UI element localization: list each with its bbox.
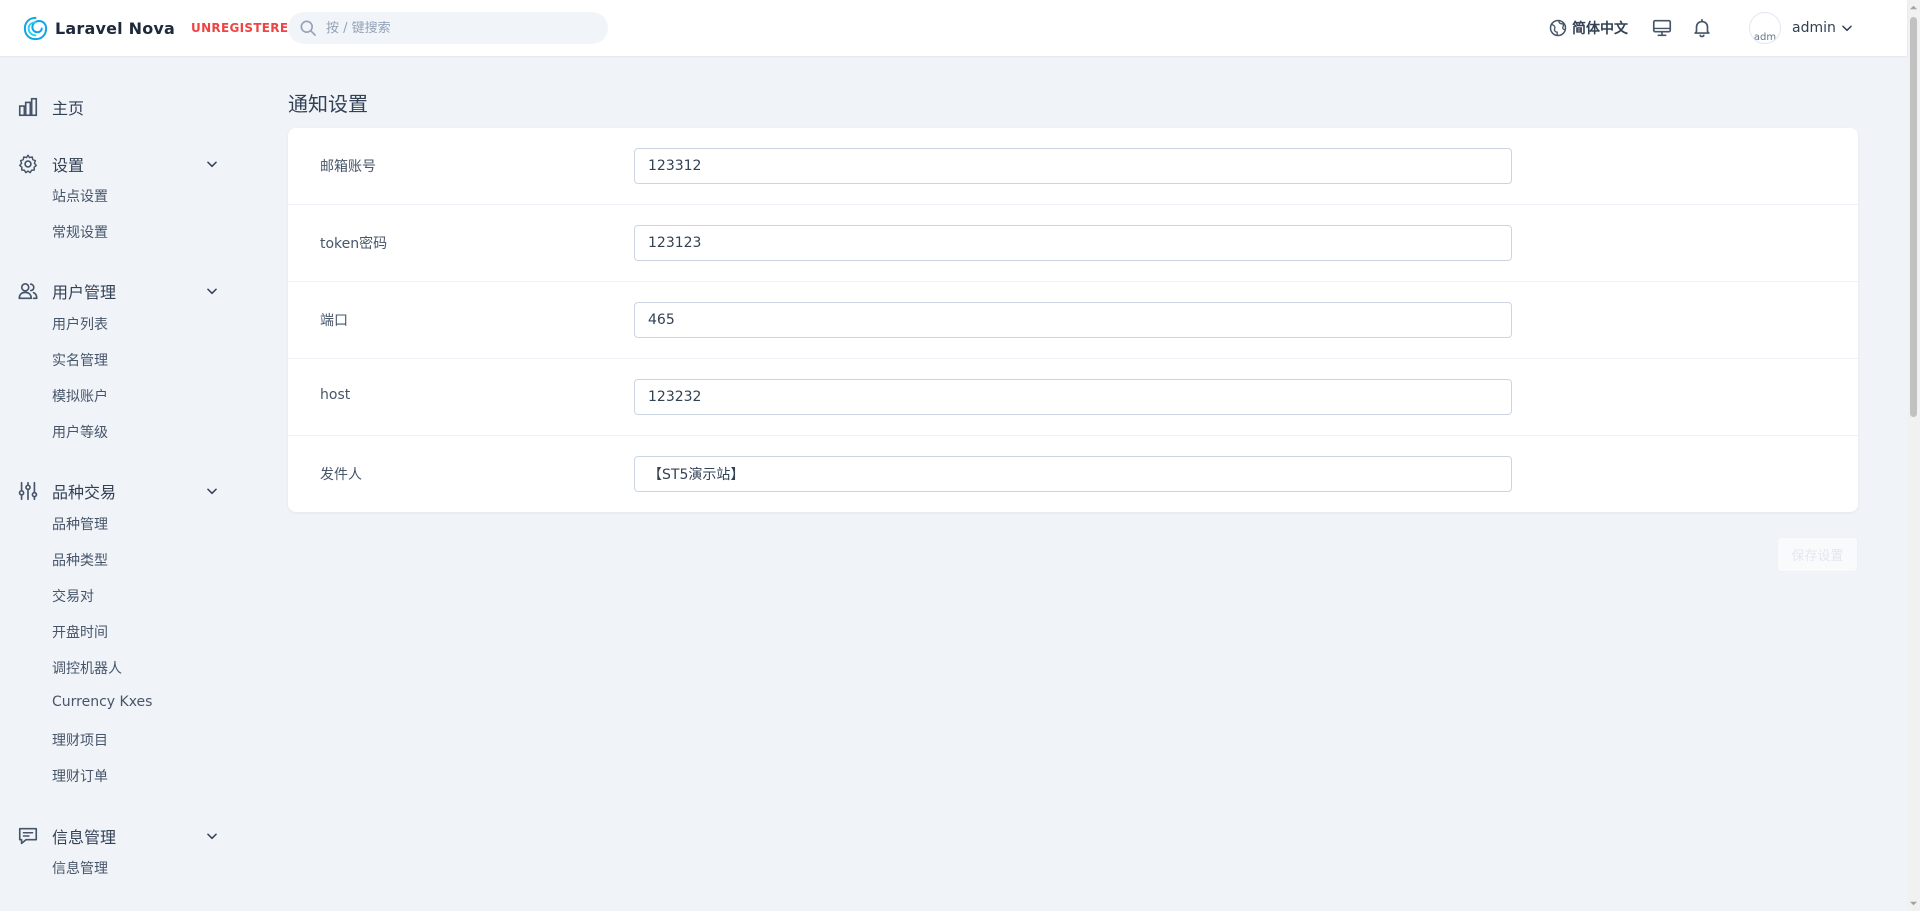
- field-label: host: [320, 387, 351, 403]
- monitor-icon[interactable]: [1651, 17, 1673, 39]
- search-input[interactable]: [326, 20, 586, 36]
- sidebar-item-home[interactable]: 主页: [0, 92, 240, 122]
- sidebar-item-user-list[interactable]: 用户列表: [52, 314, 108, 334]
- sidebar-item-opening-hours[interactable]: 开盘时间: [52, 622, 108, 642]
- field-label: token密码: [320, 236, 388, 252]
- brand-name: Laravel Nova: [55, 18, 176, 38]
- header-actions: 简体中文 adm admin: [1548, 0, 1854, 56]
- sidebar-item-wealth-orders[interactable]: 理财订单: [52, 766, 108, 786]
- scroll-down-arrow-icon[interactable]: [1909, 899, 1918, 908]
- users-icon: [18, 283, 38, 300]
- form-row-sender: 发件人: [288, 436, 1858, 513]
- top-header: Laravel Nova UNREGISTERED 简体中文: [0, 0, 1907, 56]
- sidebar-item-trading-pairs[interactable]: 交易对: [52, 586, 94, 606]
- sidebar-item-product-types[interactable]: 品种类型: [52, 550, 108, 570]
- host-field[interactable]: [634, 379, 1512, 415]
- gear-icon: [19, 154, 37, 174]
- chevron-down-icon: [207, 161, 217, 168]
- username: admin: [1792, 20, 1836, 36]
- search-icon: [300, 20, 316, 36]
- sidebar-item-wealth-projects[interactable]: 理财项目: [52, 730, 108, 750]
- sidebar-item-kyc[interactable]: 实名管理: [52, 350, 108, 370]
- token-password-field[interactable]: [634, 225, 1512, 261]
- sidebar-item-site-settings[interactable]: 站点设置: [52, 186, 108, 206]
- scroll-up-arrow-icon[interactable]: [1909, 3, 1918, 12]
- unregistered-badge[interactable]: UNREGISTERED: [191, 21, 299, 35]
- form-row-email-account: 邮箱账号: [288, 128, 1858, 205]
- sidebar-item-general-settings[interactable]: 常规设置: [52, 222, 108, 242]
- sliders-icon: [18, 481, 38, 501]
- bar-chart-icon: [18, 97, 38, 117]
- globe-icon: [1549, 19, 1567, 37]
- field-label: 端口: [320, 313, 348, 329]
- field-label: 发件人: [320, 467, 362, 483]
- page-scrollbar[interactable]: [1907, 0, 1920, 911]
- settings-form-card: 邮箱账号 token密码 端口 host 发件人: [288, 128, 1858, 512]
- nova-logo-icon: [23, 16, 48, 40]
- user-menu[interactable]: adm admin: [1749, 12, 1854, 44]
- sender-field[interactable]: [634, 456, 1512, 492]
- sidebar-group-label: 品种交易: [52, 483, 117, 502]
- sidebar-item-user-levels[interactable]: 用户等级: [52, 422, 108, 442]
- notification-bell-icon[interactable]: [1691, 17, 1713, 39]
- sidebar-group-label: 用户管理: [52, 283, 117, 302]
- port-field[interactable]: [634, 302, 1512, 338]
- sidebar-item-demo-accounts[interactable]: 模拟账户: [52, 386, 108, 406]
- sidebar-group-users[interactable]: 用户管理: [0, 276, 240, 306]
- brand[interactable]: Laravel Nova: [23, 16, 175, 41]
- sidebar-item-control-robot[interactable]: 调控机器人: [52, 658, 122, 678]
- sidebar-item-products[interactable]: 品种管理: [52, 514, 108, 534]
- chevron-down-icon: [207, 288, 217, 295]
- page-title: 通知设置: [288, 92, 368, 116]
- language-switcher[interactable]: 简体中文: [1548, 18, 1628, 38]
- message-icon: [18, 827, 38, 845]
- avatar: adm: [1749, 12, 1781, 44]
- form-row-host: host: [288, 359, 1858, 436]
- sidebar-group-label: 信息管理: [52, 828, 117, 847]
- sidebar-group-label: 设置: [52, 156, 85, 175]
- save-settings-button[interactable]: 保存设置: [1777, 537, 1858, 572]
- avatar-alt-text: adm: [1753, 32, 1777, 43]
- sidebar-group-trading[interactable]: 品种交易: [0, 476, 240, 506]
- chevron-down-icon: [207, 833, 217, 840]
- sidebar-group-settings[interactable]: 设置: [0, 149, 240, 179]
- sidebar-item-currency-kxes[interactable]: Currency Kxes: [52, 694, 152, 710]
- field-label: 邮箱账号: [320, 159, 376, 175]
- language-label: 简体中文: [1572, 21, 1628, 37]
- chevron-down-icon: [1842, 25, 1852, 32]
- sidebar: 主页 设置 站点设置 常规设置 用户管理 用户列表 实名管理 模拟账户 用户等级: [0, 56, 260, 911]
- email-account-field[interactable]: [634, 148, 1512, 184]
- sidebar-item-label: 主页: [52, 99, 85, 118]
- sidebar-group-messages[interactable]: 信息管理: [0, 821, 240, 851]
- form-row-token-password: token密码: [288, 205, 1858, 282]
- chevron-down-icon: [207, 488, 217, 495]
- sidebar-item-message-management[interactable]: 信息管理: [52, 858, 108, 878]
- global-search[interactable]: [288, 12, 608, 44]
- form-row-port: 端口: [288, 282, 1858, 359]
- scrollbar-thumb[interactable]: [1910, 17, 1917, 417]
